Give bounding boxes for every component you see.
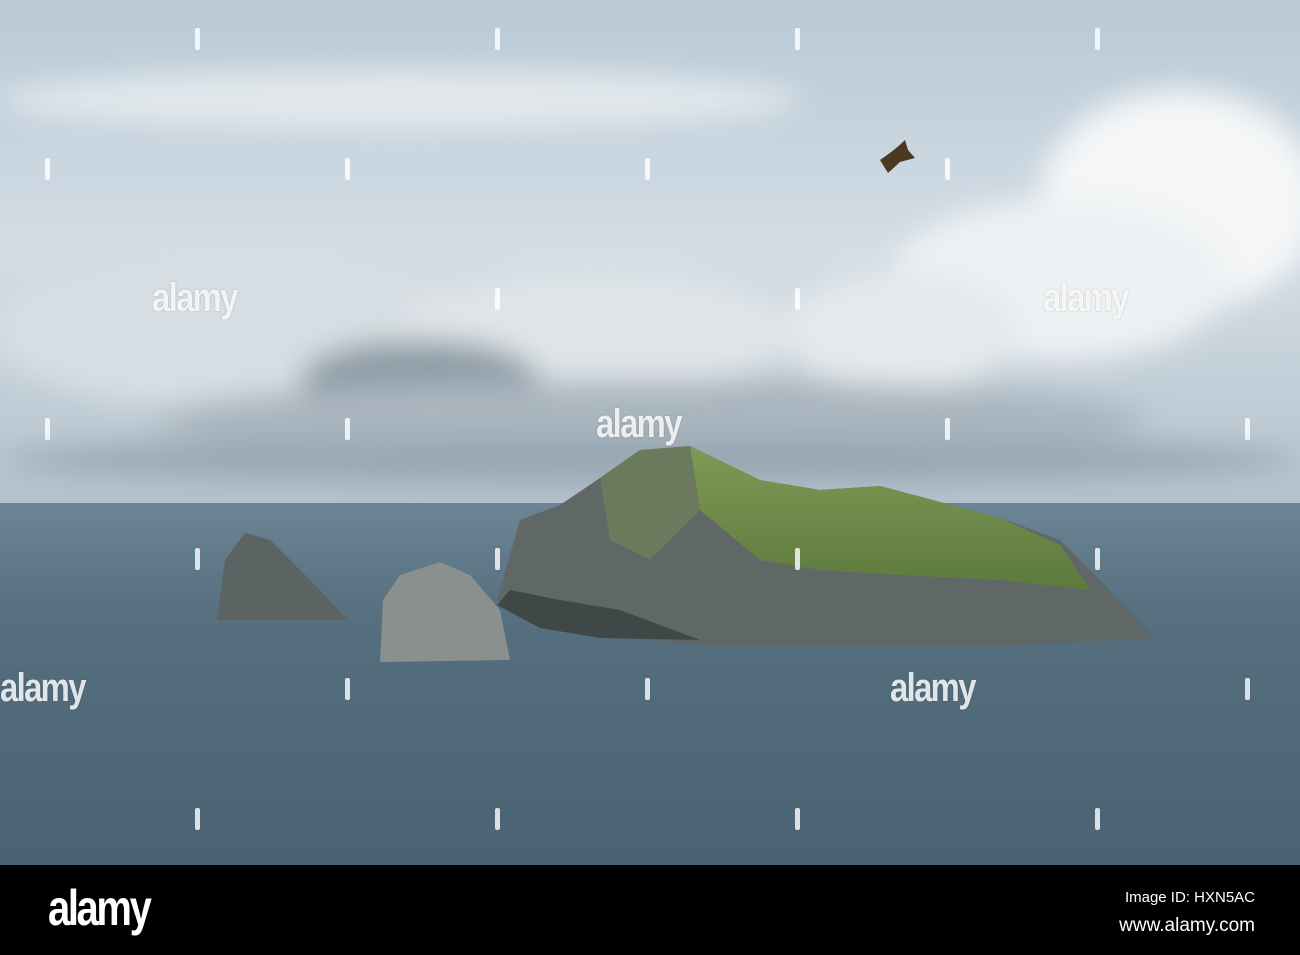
watermark-mark — [495, 28, 500, 50]
watermark-mark — [795, 548, 800, 570]
watermark-mark — [645, 158, 650, 180]
watermark-mark — [45, 158, 50, 180]
alamy-logo[interactable]: alamy — [48, 879, 152, 937]
watermark-mark — [795, 28, 800, 50]
watermark-mark — [1245, 678, 1250, 700]
watermark-mark — [795, 288, 800, 310]
site-url[interactable]: www.alamy.com — [1119, 915, 1255, 937]
watermark-mark — [345, 678, 350, 700]
stock-photo: alamy alamy alamy alamy alamy alamy Imag… — [0, 0, 1300, 955]
watermark-mark — [345, 158, 350, 180]
watermark-mark — [495, 288, 500, 310]
watermark-mark — [195, 548, 200, 570]
watermark-mark — [45, 418, 50, 440]
watermark: alamy — [0, 666, 86, 710]
footer-bar: alamy Image ID: HXN5AC www.alamy.com — [0, 865, 1300, 955]
watermark: alamy — [890, 666, 976, 710]
watermark-mark — [645, 678, 650, 700]
watermark-mark — [495, 808, 500, 830]
watermark-mark — [495, 548, 500, 570]
watermark-mark — [195, 808, 200, 830]
watermark-mark — [1095, 28, 1100, 50]
watermark: alamy — [152, 276, 238, 320]
watermark-mark — [195, 28, 200, 50]
watermark: alamy — [596, 402, 682, 446]
watermark-mark — [795, 808, 800, 830]
watermark-mark — [1095, 548, 1100, 570]
watermark: alamy — [1043, 276, 1129, 320]
watermark-mark — [1095, 808, 1100, 830]
watermark-mark — [945, 418, 950, 440]
watermark-mark — [345, 418, 350, 440]
watermark-mark — [1245, 418, 1250, 440]
watermark-mark — [945, 158, 950, 180]
image-id: Image ID: HXN5AC — [1124, 889, 1255, 906]
